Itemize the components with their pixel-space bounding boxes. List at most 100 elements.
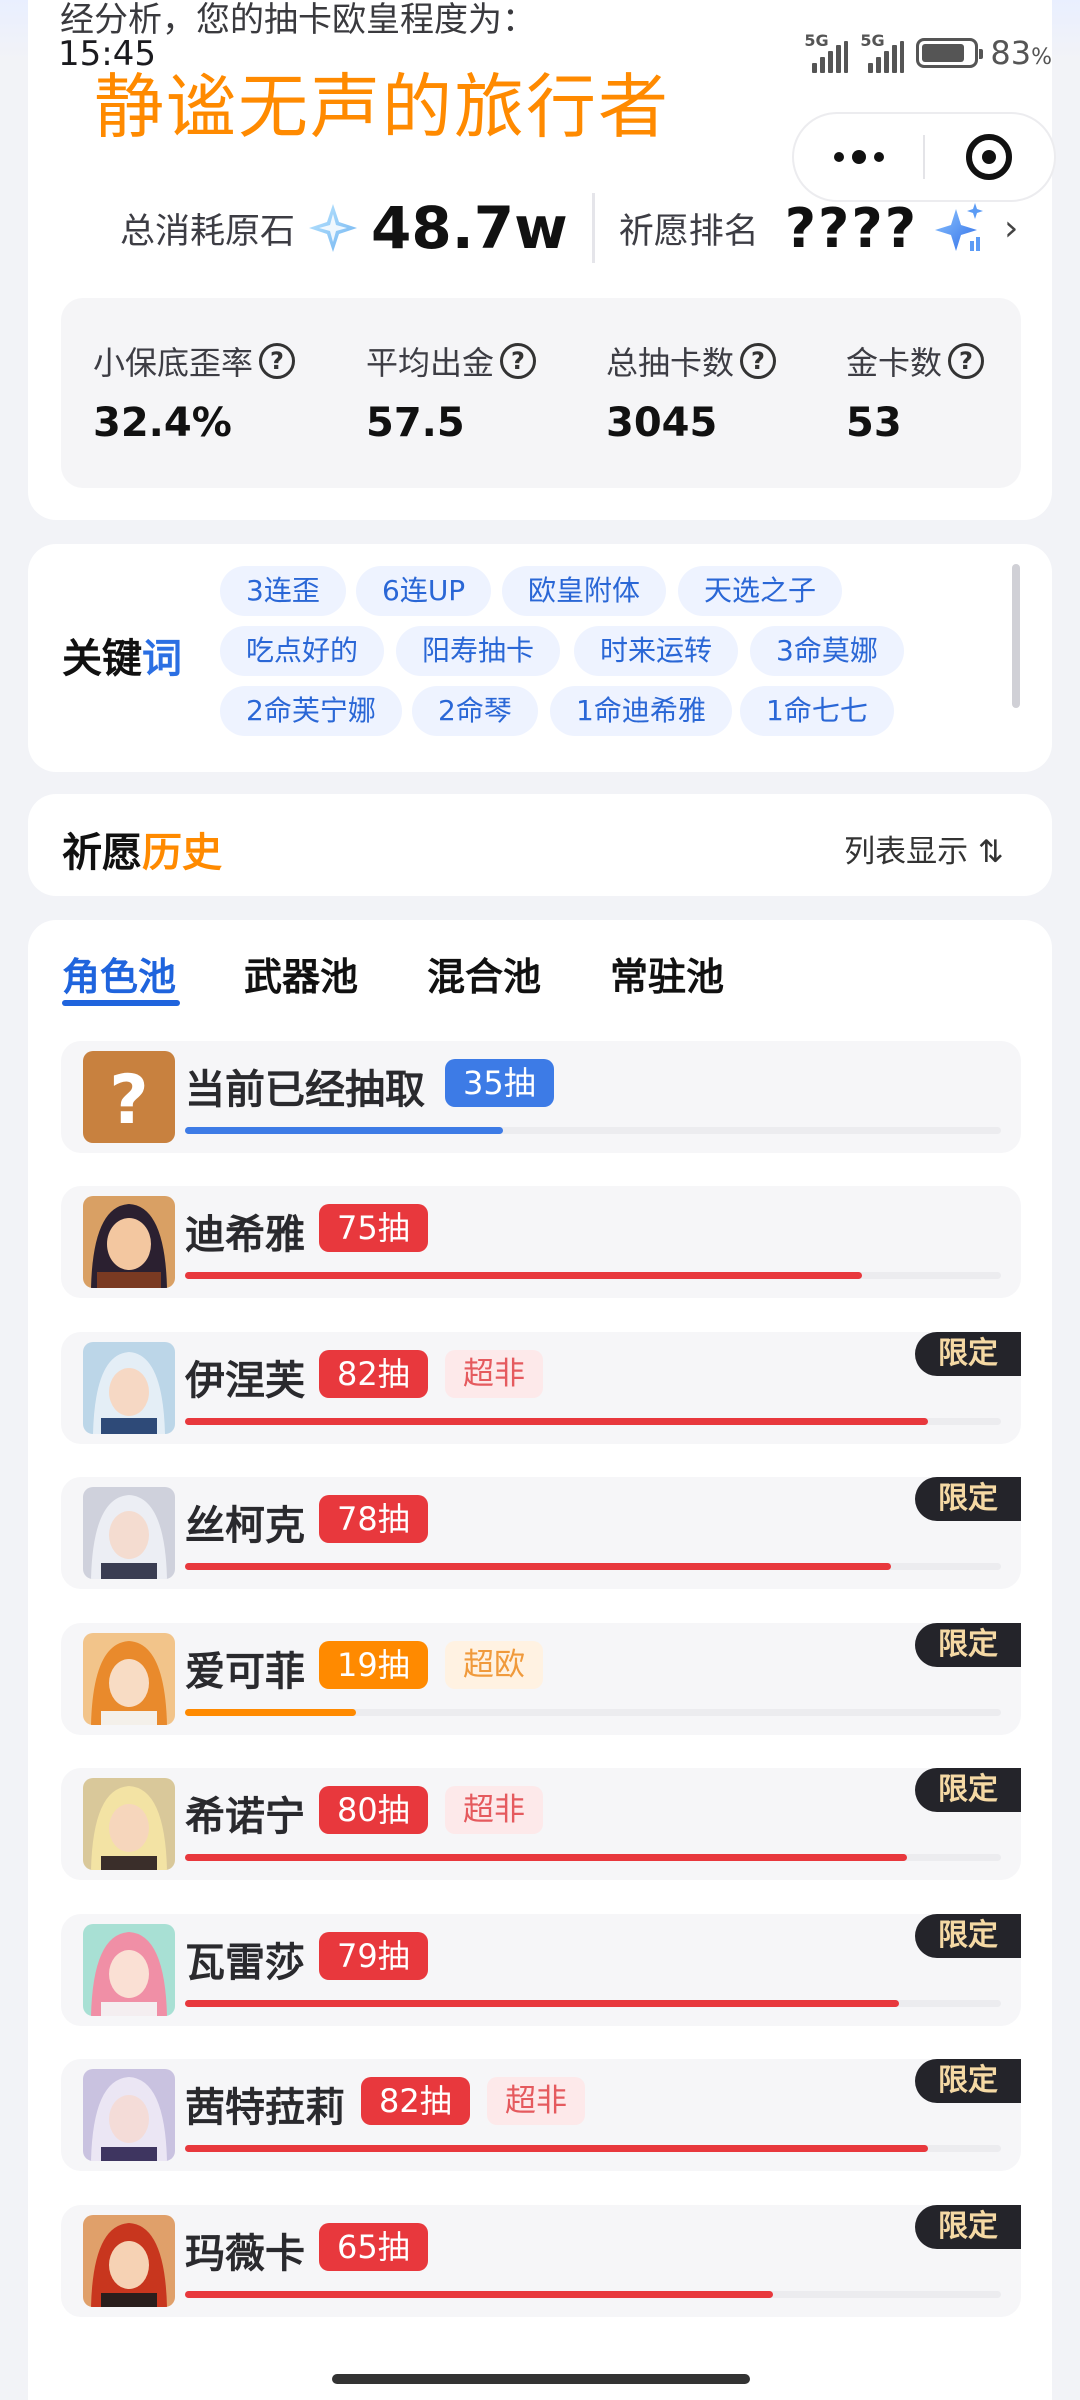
- pull-progress-fill: [185, 1709, 357, 1716]
- pull-progress-track: [185, 1563, 1001, 1570]
- tab-mixed-pool[interactable]: 混合池: [427, 946, 541, 1001]
- pull-count-badge: 75抽: [319, 1204, 428, 1252]
- pull-progress-fill: [185, 2000, 899, 2007]
- pull-progress-track: [185, 1272, 1001, 1279]
- pull-progress-fill: [185, 1127, 504, 1134]
- home-indicator[interactable]: [332, 2374, 750, 2384]
- pull-progress-track: [185, 1709, 1001, 1716]
- battery-level: 83%: [990, 34, 1052, 72]
- keyword-tag[interactable]: 3连歪: [220, 566, 346, 616]
- pull-progress-track: [185, 2145, 1001, 2152]
- keyword-tag[interactable]: 3命莫娜: [750, 626, 904, 676]
- keyword-tag[interactable]: 2命芙宁娜: [220, 686, 402, 736]
- pull-row[interactable]: 瓦雷莎 79抽 限定: [61, 1914, 1021, 2026]
- total-gems-value: 48.7w: [371, 194, 568, 262]
- pull-progress-fill: [185, 1854, 908, 1861]
- help-icon[interactable]: ?: [259, 343, 296, 379]
- pull-progress-fill: [185, 2145, 928, 2152]
- pull-row-current[interactable]: ? 当前已经抽取 35抽: [61, 1041, 1021, 1153]
- pull-progress-track: [185, 1418, 1001, 1425]
- limited-badge: 限定: [915, 1914, 1021, 1958]
- character-avatar: [83, 1196, 175, 1288]
- pull-count-badge: 82抽: [361, 2077, 470, 2125]
- character-avatar: [83, 1342, 175, 1434]
- character-avatar: [83, 2215, 175, 2307]
- keyword-tag[interactable]: 时来运转: [574, 626, 739, 676]
- pull-count-badge: 78抽: [319, 1495, 428, 1543]
- pull-progress-track: [185, 2000, 1001, 2007]
- pull-row[interactable]: 迪希雅 75抽: [61, 1186, 1021, 1298]
- luck-tag: 超欧: [445, 1641, 543, 1689]
- keyword-tag[interactable]: 吃点好的: [220, 626, 385, 676]
- limited-badge: 限定: [915, 1623, 1021, 1667]
- help-icon[interactable]: ?: [948, 343, 985, 379]
- keyword-tag[interactable]: 阳寿抽卡: [396, 626, 561, 676]
- keyword-tag[interactable]: 天选之子: [678, 566, 843, 616]
- tab-weapon-pool[interactable]: 武器池: [244, 946, 358, 1001]
- pull-count-badge: 65抽: [319, 2223, 428, 2271]
- character-avatar: [83, 1633, 175, 1725]
- keyword-tag[interactable]: 1命迪希雅: [550, 686, 732, 736]
- pull-count-badge: 19抽: [319, 1641, 428, 1689]
- svg-text:?: ?: [109, 1061, 148, 1140]
- pull-row[interactable]: 玛薇卡 65抽 限定: [61, 2205, 1021, 2317]
- limited-badge: 限定: [915, 2205, 1021, 2249]
- pull-progress-fill: [185, 1418, 928, 1425]
- pull-count-badge: 35抽: [445, 1059, 554, 1107]
- keyword-tag[interactable]: 1命七七: [740, 686, 894, 736]
- character-avatar: [83, 1487, 175, 1579]
- signal-icon: 5G: [860, 33, 905, 73]
- total-gems-label: 总消耗原石: [120, 211, 296, 252]
- pull-row[interactable]: 爱可菲 19抽 超欧 限定: [61, 1623, 1021, 1735]
- luck-tag: 超非: [445, 1786, 543, 1834]
- signal-icon: 5G: [804, 33, 849, 73]
- player-title: 静谧无声的旅行者: [94, 66, 670, 148]
- pull-progress-track: [185, 1854, 1001, 1861]
- unknown-character-icon: ?: [83, 1051, 175, 1143]
- close-program-icon[interactable]: [925, 134, 1054, 180]
- pull-progress-fill: [185, 1563, 891, 1570]
- more-menu-icon[interactable]: [794, 150, 923, 164]
- limited-badge: 限定: [915, 1768, 1021, 1812]
- luck-tag: 超非: [445, 1350, 543, 1398]
- limited-badge: 限定: [915, 2059, 1021, 2103]
- help-icon[interactable]: ?: [500, 343, 537, 379]
- pull-count-badge: 82抽: [319, 1350, 428, 1398]
- keyword-tag[interactable]: 6连UP: [356, 566, 492, 616]
- pull-row[interactable]: 丝柯克 78抽 限定: [61, 1477, 1021, 1589]
- stat-small-guarantee-rate: 小保底歪率? 32.4%: [93, 338, 296, 446]
- pull-count-badge: 79抽: [319, 1932, 428, 1980]
- luck-tag: 超非: [487, 2077, 585, 2125]
- sparkle-rank-icon: [935, 203, 984, 251]
- primogem-icon: [309, 204, 358, 252]
- pull-row[interactable]: 希诺宁 80抽 超非 限定: [61, 1768, 1021, 1880]
- rank-value[interactable]: ????: [785, 197, 918, 260]
- help-icon[interactable]: ?: [740, 343, 777, 379]
- keyword-tag[interactable]: 欧皇附体: [502, 566, 667, 616]
- keywords-title: 关键词: [62, 636, 182, 682]
- pull-progress-track: [185, 2291, 1001, 2298]
- keywords-scrollbar[interactable]: [1012, 564, 1020, 708]
- summary-row: 总消耗原石 48.7w 祈愿排名 ???? ›: [120, 190, 1018, 266]
- list-view-toggle[interactable]: 列表显示 ⇅: [844, 826, 1004, 871]
- rank-label[interactable]: 祈愿排名: [619, 203, 759, 254]
- pull-count-badge: 80抽: [319, 1786, 428, 1834]
- character-avatar: [83, 1778, 175, 1870]
- active-tab-indicator: [62, 1000, 180, 1006]
- stats-panel: 小保底歪率? 32.4% 平均出金? 57.5 总抽卡数? 3045 金卡数? …: [61, 298, 1021, 488]
- pull-row[interactable]: 伊涅芙 82抽 超非 限定: [61, 1332, 1021, 1444]
- stat-total-pulls: 总抽卡数? 3045: [606, 338, 777, 446]
- mini-program-capsule: [792, 112, 1056, 202]
- history-title: 祈愿历史: [62, 830, 222, 876]
- limited-badge: 限定: [915, 1477, 1021, 1521]
- tab-character-pool[interactable]: 角色池: [62, 946, 176, 1001]
- pull-progress-fill: [185, 2291, 773, 2298]
- pull-progress-fill: [185, 1272, 863, 1279]
- tab-standard-pool[interactable]: 常驻池: [610, 946, 724, 1001]
- status-icons: 5G 5G 83%: [804, 30, 1052, 76]
- stat-average-gold: 平均出金? 57.5: [366, 338, 537, 446]
- chevron-right-icon[interactable]: ›: [1004, 208, 1018, 249]
- keyword-tag[interactable]: 2命琴: [412, 686, 538, 736]
- character-avatar: [83, 1924, 175, 2016]
- pull-row[interactable]: 茜特菈莉 82抽 超非 限定: [61, 2059, 1021, 2171]
